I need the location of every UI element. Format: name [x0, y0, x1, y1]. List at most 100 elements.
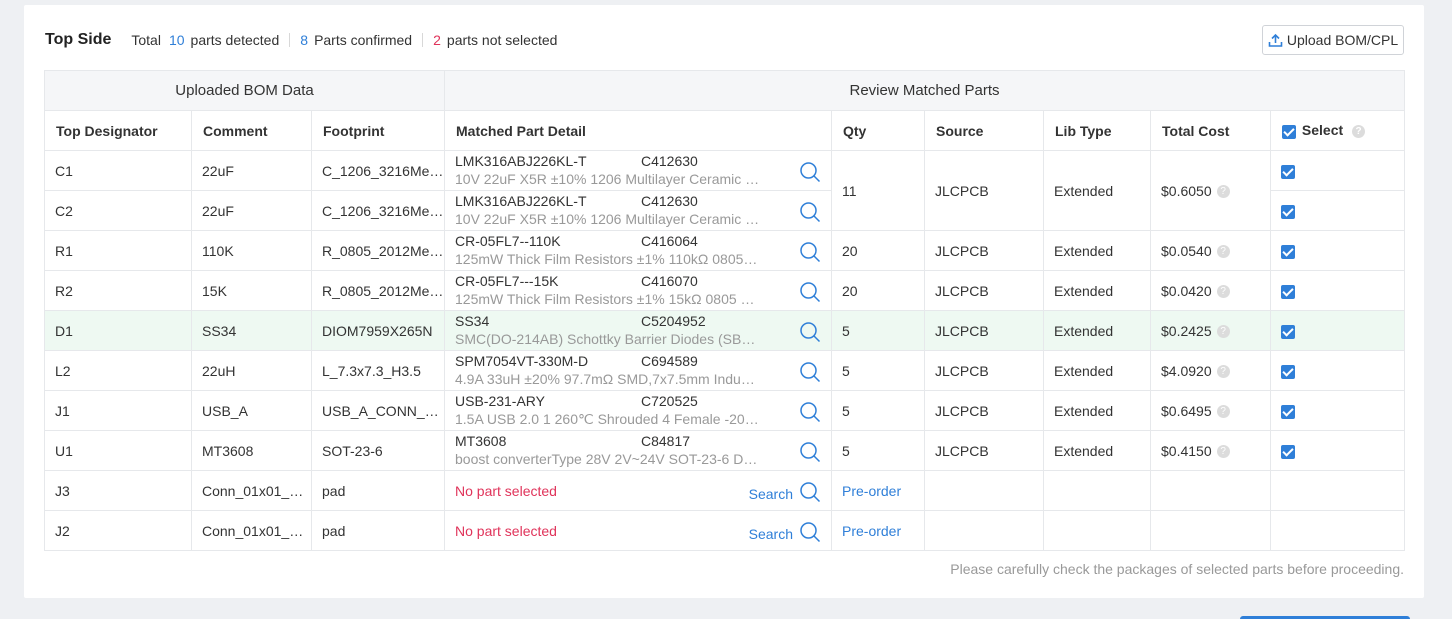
designator-cell: J3	[44, 470, 192, 511]
help-icon[interactable]: ?	[1216, 325, 1230, 339]
search-icon[interactable]	[799, 201, 821, 226]
help-icon[interactable]: ?	[1216, 285, 1230, 299]
footprint-cell: R_0805_2012Metric	[311, 230, 445, 271]
search-icon	[799, 521, 821, 546]
select-checkbox[interactable]	[1281, 204, 1295, 219]
help-icon[interactable]: ?	[1216, 445, 1230, 459]
search-icon[interactable]	[799, 441, 821, 466]
select-cell	[1269, 470, 1406, 511]
comment-cell: USB_A	[191, 390, 312, 431]
search-icon[interactable]	[799, 361, 821, 386]
summary-header: Top Side Total 10 parts detected 8 Parts…	[45, 29, 557, 51]
comment-cell: 22uF	[191, 190, 312, 231]
qty-cell: 5	[831, 310, 925, 351]
select-checkbox[interactable]	[1281, 244, 1295, 259]
help-icon[interactable]: ?	[1216, 365, 1230, 379]
total-cost-cell: $0.4150?	[1150, 430, 1271, 471]
help-icon[interactable]: ?	[1216, 405, 1230, 419]
table-row: J2Conn_01x01_Femalepad No part selected Se…	[44, 510, 1406, 551]
part-code: C412630	[641, 153, 698, 169]
designator-cell: R2	[44, 270, 192, 311]
select-checkbox[interactable]	[1281, 444, 1295, 459]
part-code: C412630	[641, 193, 698, 209]
search-icon[interactable]	[799, 281, 821, 306]
total-cost-cell: $4.0920?	[1150, 350, 1271, 391]
select-checkbox[interactable]	[1281, 284, 1295, 299]
designator-cell: C1	[44, 150, 192, 191]
part-description: 10V 22uF X5R ±10% 1206 Multilayer Cerami…	[455, 211, 761, 227]
select-checkbox[interactable]	[1281, 404, 1295, 419]
select-all-checkbox[interactable]	[1282, 124, 1296, 139]
preorder-cell: Pre-order	[831, 470, 925, 511]
lib-type-cell: Extended	[1043, 270, 1151, 311]
total-cost-cell	[1150, 510, 1271, 551]
part-number: CR-05FL7--110K	[455, 233, 561, 249]
source-cell: JLCPCB	[924, 310, 1044, 351]
select-cell	[1269, 270, 1406, 311]
total-cost-value: $0.6495	[1161, 402, 1212, 419]
total-cost-cell: $0.2425?	[1150, 310, 1271, 351]
part-code: C720525	[641, 393, 698, 409]
select-cell	[1269, 390, 1406, 431]
no-part-selected-text: No part selected	[455, 482, 557, 499]
search-link[interactable]: Search	[749, 521, 821, 546]
select-checkbox[interactable]	[1281, 324, 1295, 339]
upload-bom-button[interactable]: Upload BOM/CPL	[1262, 25, 1404, 55]
qty-cell: 5	[831, 430, 925, 471]
part-description: SMC(DO-214AB) Schottky Barrier Diodes (S…	[455, 331, 761, 347]
footprint-cell: R_0805_2012Metric	[311, 270, 445, 311]
source-cell	[924, 510, 1044, 551]
select-cell	[1269, 310, 1406, 351]
bom-review-panel: Top Side Total 10 parts detected 8 Parts…	[24, 5, 1424, 598]
col-designator: Top Designator	[44, 110, 192, 151]
preorder-link[interactable]: Pre-order	[842, 523, 901, 539]
total-label: Total	[131, 32, 161, 48]
preorder-link[interactable]: Pre-order	[842, 483, 901, 499]
col-source: Source	[924, 110, 1044, 151]
search-icon[interactable]	[799, 241, 821, 266]
help-icon[interactable]: ?	[1216, 185, 1230, 199]
matched-part-cell: SPM7054VT-330M-D C694589 4.9A 33uH ±20% 97…	[444, 350, 832, 391]
part-number: SS34	[455, 313, 490, 329]
total-cost-cell: $0.6495?	[1150, 390, 1271, 431]
table-row: J1USB_AUSB_A_CONN_REVB USB-231-ARY C720525…	[44, 390, 1406, 431]
col-select: Select ?	[1269, 110, 1406, 151]
help-icon[interactable]: ?	[1352, 125, 1366, 139]
help-icon[interactable]: ?	[1216, 245, 1230, 259]
select-cell	[1269, 190, 1406, 231]
search-link[interactable]: Search	[749, 481, 821, 506]
lib-type-cell: Extended	[1043, 230, 1151, 271]
select-cell	[1269, 510, 1406, 551]
search-icon[interactable]	[799, 161, 821, 186]
table-row: C1 22uF C_1206_3216Metric LMK316ABJ226KL-T C…	[44, 150, 1406, 231]
total-cost-cell: $0.0540?	[1150, 230, 1271, 271]
matched-part-cell: CR-05FL7--110K C416064 125mW Thick Film Re…	[444, 230, 832, 271]
not-selected-label: parts not selected	[446, 32, 558, 48]
search-icon[interactable]	[799, 401, 821, 426]
part-number: CR-05FL7---15K	[455, 273, 559, 289]
part-description: boost converterType 28V 2V~24V SOT-23-6 …	[455, 451, 761, 467]
select-checkbox[interactable]	[1281, 364, 1295, 379]
footprint-cell: C_1206_3216Metric	[311, 150, 445, 191]
part-number: USB-231-ARY	[455, 393, 546, 409]
matched-part-cell: LMK316ABJ226KL-T C412630 10V 22uF X5R ±10%…	[444, 150, 832, 191]
total-cost-cell: $0.6050?	[1150, 150, 1271, 231]
col-total-cost: Total Cost	[1150, 110, 1271, 151]
part-code: C694589	[641, 353, 698, 369]
footprint-cell: C_1206_3216Metric	[311, 190, 445, 231]
designator-cell: L2	[44, 350, 192, 391]
footprint-cell: USB_A_CONN_REVB	[311, 390, 445, 431]
search-icon	[799, 481, 821, 506]
select-checkbox[interactable]	[1281, 164, 1295, 179]
divider	[422, 33, 424, 47]
total-cost-cell	[1150, 470, 1271, 511]
lib-type-cell: Extended	[1043, 150, 1151, 231]
col-matched-part: Matched Part Detail	[444, 110, 832, 151]
qty-cell: 11	[831, 150, 925, 231]
footprint-cell: L_7.3x7.3_H3.5	[311, 350, 445, 391]
footprint-cell: DIOM7959X265N	[311, 310, 445, 351]
search-icon[interactable]	[799, 321, 821, 346]
designator-cell: J1	[44, 390, 192, 431]
qty-cell: 5	[831, 350, 925, 391]
select-cell	[1269, 230, 1406, 271]
